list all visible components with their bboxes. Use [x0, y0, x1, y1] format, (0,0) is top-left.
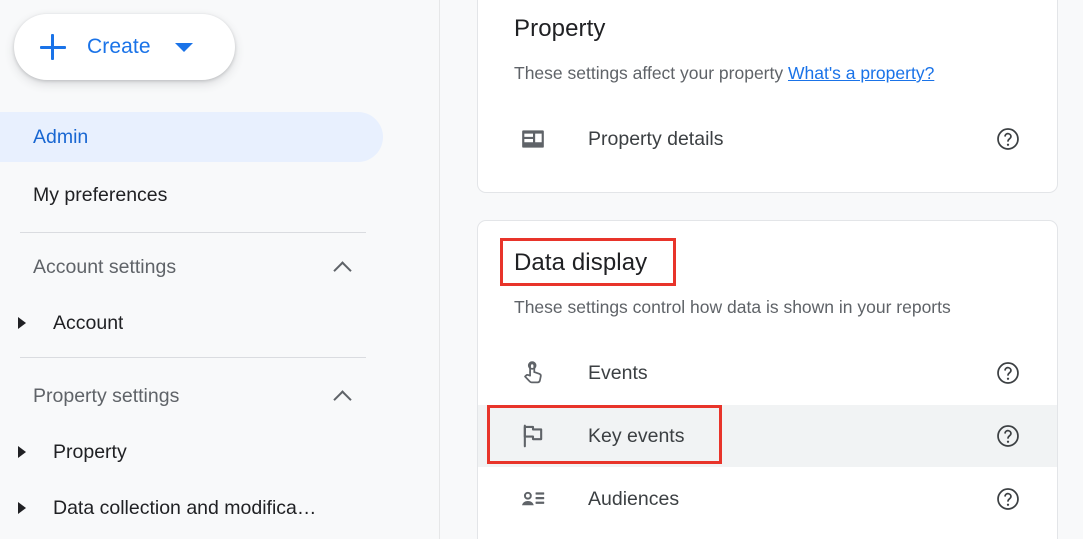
sidebar-section-label: Property settings [33, 384, 180, 407]
sidebar-item-label: Property [53, 440, 127, 463]
chevron-down-icon[interactable] [174, 42, 193, 52]
property-details-icon [516, 122, 550, 156]
sidebar: Create Admin My preferences Account sett… [0, 0, 440, 539]
plus-icon [40, 34, 66, 60]
chevron-up-icon[interactable] [335, 259, 351, 275]
sidebar-item-property[interactable]: Property [0, 430, 383, 474]
create-button-label: Create [87, 35, 151, 58]
row-property-details[interactable]: Property details [478, 108, 1057, 170]
card-title: Property [514, 15, 606, 42]
sidebar-section-account-settings[interactable]: Account settings [0, 247, 383, 287]
row-key-events[interactable]: Key events [478, 405, 1057, 467]
sidebar-item-label: Data collection and modifica… [53, 496, 317, 519]
card-subtitle: These settings control how data is shown… [514, 297, 951, 317]
flag-icon [516, 419, 550, 453]
sidebar-section-property-settings[interactable]: Property settings [0, 376, 383, 416]
card-subtitle: These settings affect your property What… [514, 63, 934, 84]
sidebar-item-label: Admin [33, 125, 89, 148]
sidebar-section-label: Account settings [33, 255, 177, 278]
property-settings-card: Property These settings affect your prop… [477, 0, 1058, 193]
app-root: Create Admin My preferences Account sett… [0, 0, 1083, 539]
row-label: Audiences [588, 487, 680, 510]
chevron-up-icon[interactable] [335, 388, 351, 404]
row-label: Key events [588, 424, 685, 447]
sidebar-item-label: Account [53, 311, 124, 334]
sidebar-item-label: My preferences [33, 183, 168, 206]
triangle-right-icon[interactable] [18, 317, 26, 329]
help-circle-icon[interactable] [995, 360, 1021, 386]
row-events[interactable]: Events [478, 342, 1057, 404]
help-circle-icon[interactable] [995, 126, 1021, 152]
sidebar-item-account[interactable]: Account [0, 301, 383, 345]
audiences-icon [516, 482, 550, 516]
triangle-right-icon[interactable] [18, 446, 26, 458]
sidebar-item-data-collection[interactable]: Data collection and modifica… [0, 486, 383, 530]
sidebar-divider-top [20, 232, 366, 233]
triangle-right-icon[interactable] [18, 502, 26, 514]
row-audiences[interactable]: Audiences [478, 468, 1057, 530]
card-subtitle-text: These settings affect your property [514, 63, 788, 83]
help-circle-icon[interactable] [995, 423, 1021, 449]
sidebar-item-admin[interactable]: Admin [0, 112, 383, 162]
sidebar-item-my-preferences[interactable]: My preferences [0, 170, 383, 220]
row-label: Events [588, 361, 648, 384]
help-circle-icon[interactable] [995, 486, 1021, 512]
touch-app-icon [516, 356, 550, 390]
whats-a-property-link[interactable]: What's a property? [788, 63, 934, 83]
row-label: Property details [588, 127, 724, 150]
card-title: Data display [514, 249, 648, 276]
data-display-card: Data display These settings control how … [477, 220, 1058, 539]
sidebar-divider-mid [20, 357, 366, 358]
main-content: Property These settings affect your prop… [440, 0, 1083, 539]
create-button[interactable]: Create [14, 14, 235, 80]
